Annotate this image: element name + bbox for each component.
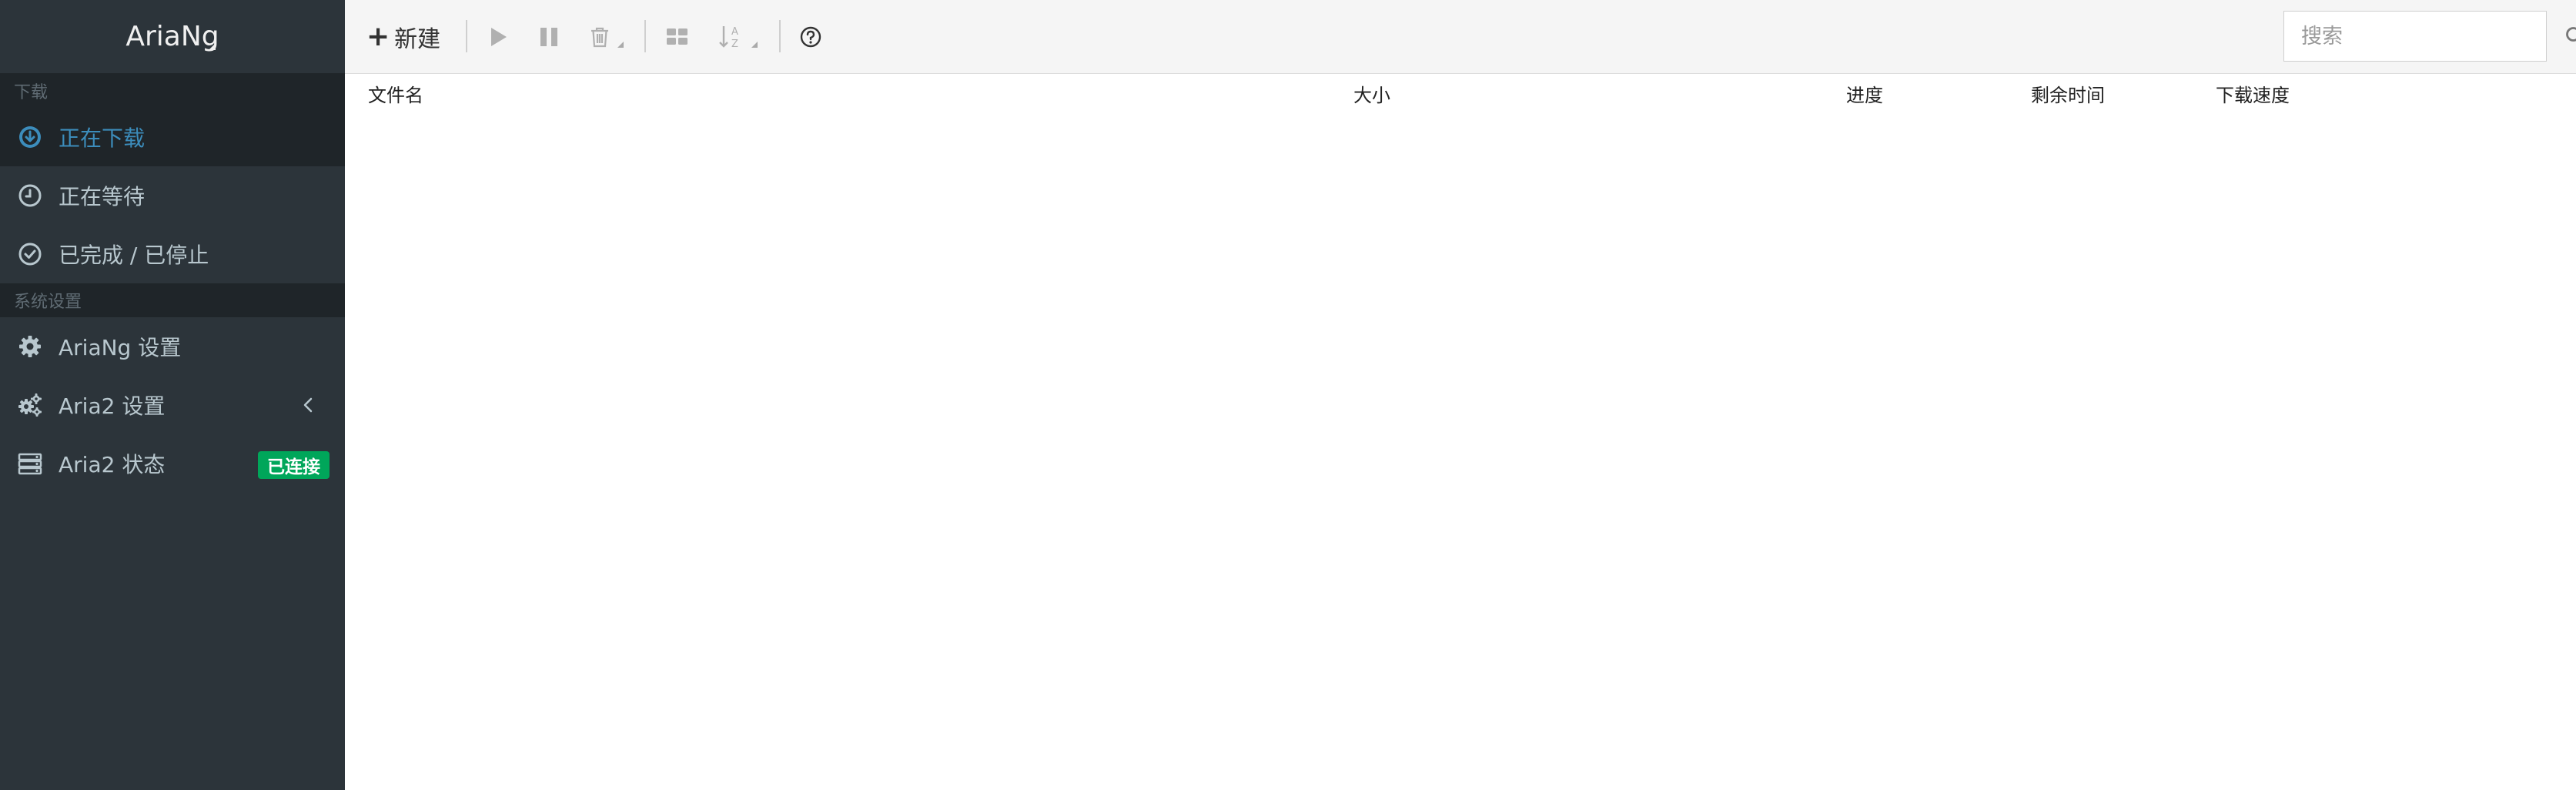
pause-icon — [540, 28, 557, 46]
new-task-label: 新建 — [394, 26, 441, 53]
sidebar-item-stopped[interactable]: 已完成 / 已停止 — [0, 225, 345, 283]
section-header-download: 下载 — [0, 74, 345, 108]
brand-logo[interactable]: AriaNg — [0, 0, 345, 74]
toolbar: + 新建 AZ — [345, 0, 2576, 74]
toolbar-divider — [779, 20, 781, 52]
new-task-button[interactable]: + 新建 — [366, 0, 440, 74]
pause-button[interactable] — [537, 0, 560, 74]
sidebar-item-ariang-settings[interactable]: AriaNg 设置 — [0, 317, 345, 376]
sidebar-item-label: 正在等待 — [59, 184, 146, 209]
gear-icon — [17, 333, 43, 360]
sidebar-item-label: AriaNg 设置 — [59, 335, 182, 360]
check-circle-icon — [17, 241, 43, 267]
toolbar-divider — [644, 20, 646, 52]
sidebar-item-label: Aria2 状态 — [59, 452, 166, 477]
status-badge: 已连接 — [258, 451, 330, 479]
start-button[interactable] — [487, 0, 510, 74]
task-table-header: 文件名 大小 进度 剩余时间 下载速度 — [345, 74, 2576, 109]
sort-icon: AZ — [719, 26, 738, 50]
sidebar-item-label: 已完成 / 已停止 — [59, 243, 209, 268]
clock-icon — [17, 182, 43, 209]
display-mode-button[interactable] — [665, 0, 690, 74]
column-header-remaining-time[interactable]: 剩余时间 — [2031, 80, 2105, 107]
dropdown-caret-icon — [617, 42, 624, 48]
chevron-left-icon[interactable] — [300, 396, 316, 414]
help-icon — [800, 26, 821, 48]
grid-icon — [667, 28, 687, 45]
brand-title: AriaNg — [125, 21, 219, 52]
delete-button[interactable] — [588, 0, 627, 74]
column-header-size[interactable]: 大小 — [1353, 80, 1390, 107]
sidebar-item-aria2-status[interactable]: Aria2 状态 已连接 — [0, 434, 345, 493]
column-header-progress[interactable]: 进度 — [1846, 80, 1883, 107]
sidebar-item-aria2-settings[interactable]: Aria2 设置 — [0, 376, 345, 434]
search-box — [2283, 11, 2576, 62]
sidebar-item-label: 正在下载 — [59, 126, 146, 151]
sidebar-item-label: Aria2 设置 — [59, 393, 166, 419]
play-icon — [491, 28, 507, 46]
column-header-download-speed[interactable]: 下载速度 — [2216, 80, 2290, 107]
svg-text:Z: Z — [731, 38, 738, 50]
svg-text:A: A — [731, 26, 738, 38]
section-header-settings: 系统设置 — [0, 283, 345, 317]
toolbar-divider — [466, 20, 467, 52]
brand-dropdown-caret-icon[interactable] — [209, 43, 216, 50]
trash-icon — [591, 27, 608, 48]
arrow-circle-down-icon — [17, 124, 43, 150]
plus-icon: + — [366, 21, 390, 52]
dropdown-caret-icon — [751, 42, 758, 48]
sidebar: AriaNg 下载 正在下载 正在等待 已完成 / 已停止 系统设置 AriaN… — [0, 0, 345, 790]
server-icon — [17, 450, 43, 477]
help-button[interactable] — [799, 0, 822, 74]
column-header-filename[interactable]: 文件名 — [368, 80, 423, 107]
search-icon[interactable] — [2564, 25, 2576, 47]
gears-icon — [17, 392, 43, 418]
sort-button[interactable]: AZ — [718, 0, 764, 74]
sidebar-item-waiting[interactable]: 正在等待 — [0, 166, 345, 225]
sidebar-item-downloading[interactable]: 正在下载 — [0, 108, 345, 166]
search-input[interactable] — [2284, 12, 2564, 61]
